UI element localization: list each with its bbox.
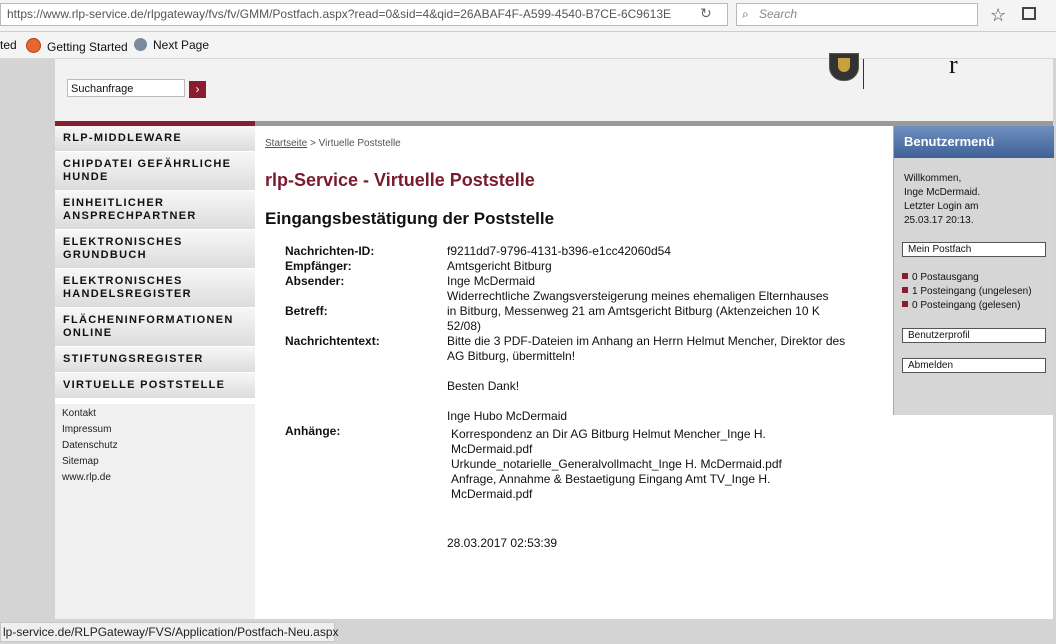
value-text-line3: Besten Dank! [447, 379, 520, 393]
breadcrumb-separator: > [307, 138, 319, 149]
site-header: Suchanfrage › r [55, 50, 1053, 122]
last-login-value: 25.03.17 20:13. [904, 215, 974, 226]
value-subject-line3: 52/08) [447, 319, 482, 333]
inbox-read-link[interactable]: 0 Posteingang (gelesen) [902, 300, 1020, 311]
site-search-input[interactable]: Suchanfrage [67, 79, 185, 97]
attachment-link[interactable]: Anfrage, Annahme & Bestaetigung Eingang … [451, 472, 811, 502]
label-message-id: Nachrichten-ID: [285, 244, 375, 258]
breadcrumb: Startseite > Virtuelle Poststelle [265, 138, 401, 149]
firefox-icon [26, 38, 41, 53]
search-icon: ⌕ [742, 7, 749, 21]
attachment-link[interactable]: Korrespondenz an Dir AG Bitburg Helmut M… [451, 427, 811, 457]
bookmark-getting-started[interactable]: Getting Started [26, 38, 128, 54]
label-attachments: Anhänge: [285, 424, 341, 438]
user-menu-title: Benutzermenü [894, 126, 1054, 158]
globe-icon [134, 38, 147, 51]
label-message-text: Nachrichtentext: [285, 334, 380, 348]
outbox-count-link[interactable]: 0 Postausgang [902, 272, 979, 283]
address-bar[interactable]: https://www.rlp-service.de/rlpgateway/fv… [0, 3, 728, 26]
site-search-button[interactable]: › [189, 81, 206, 98]
value-date: 28.03.2017 02:53:39 [447, 536, 558, 550]
browser-toolbar: https://www.rlp-service.de/rlpgateway/fv… [0, 0, 1056, 32]
user-profile-button[interactable]: Benutzerprofil [902, 328, 1046, 343]
browser-search-input[interactable]: ⌕ Search [736, 3, 978, 26]
main-navigation: RLP-MIDDLEWARE CHIPDATEI GEFÄHRLICHE HUN… [55, 126, 255, 399]
label-recipient: Empfänger: [285, 259, 352, 273]
value-subject-line2: in Bitburg, Messenweg 21 am Amtsgericht … [447, 304, 820, 318]
inbox-read-count: 0 Posteingang (gelesen) [912, 300, 1021, 311]
footer-link-datenschutz[interactable]: Datenschutz [62, 440, 118, 451]
my-mailbox-button[interactable]: Mein Postfach [902, 242, 1046, 257]
star-icon[interactable]: ☆ [990, 5, 1006, 26]
footer-link-sitemap[interactable]: Sitemap [62, 456, 99, 467]
page-container: Suchanfrage › r RLP-MIDDLEWARE CHIPDATEI… [55, 50, 1054, 619]
attachment-link[interactable]: Urkunde_notarielle_Generalvollmacht_Inge… [451, 457, 811, 472]
welcome-text: Willkommen, Inge McDermaid. Letzter Logi… [904, 172, 980, 228]
nav-item-chipdatei[interactable]: CHIPDATEI GEFÄHRLICHE HUNDE [55, 152, 255, 191]
inbox-unread-count: 1 Posteingang (ungelesen) [912, 286, 1032, 297]
value-message-id: f9211dd7-9796-4131-b396-e1cc42060d54 [447, 244, 671, 258]
bullet-square-icon [902, 273, 908, 279]
logout-button[interactable]: Abmelden [902, 358, 1046, 373]
bullet-square-icon [902, 301, 908, 307]
reload-icon[interactable]: ↻ [700, 5, 712, 22]
breadcrumb-home-link[interactable]: Startseite [265, 138, 307, 149]
page-title: rlp-Service - Virtuelle Poststelle [265, 170, 535, 190]
value-sender: Inge McDermaid [447, 274, 536, 288]
url-path: /rlpgateway/fvs/fv/GMM/Postfach.aspx?rea… [143, 7, 671, 21]
bookmark-next-page[interactable]: Next Page [134, 38, 209, 52]
logo-text: r [949, 50, 958, 79]
value-text-line4: Inge Hubo McDermaid [447, 409, 568, 423]
status-bar-url: lp-service.de/RLPGateway/FVS/Application… [0, 622, 339, 642]
page-subtitle: Eingangsbestätigung der Poststelle [265, 209, 555, 228]
nav-item-flaecheninfo[interactable]: FLÄCHENINFORMATIONEN ONLINE [55, 308, 255, 347]
nav-item-stiftungsregister[interactable]: STIFTUNGSREGISTER [55, 347, 255, 373]
footer-link-impressum[interactable]: Impressum [62, 424, 111, 435]
bookmark-label: Getting Started [47, 40, 128, 54]
welcome-user: Inge McDermaid. [904, 187, 981, 198]
bookmark-label: Next Page [153, 38, 210, 52]
label-sender: Absender: [285, 274, 345, 288]
search-placeholder: Search [759, 7, 798, 21]
value-subject-line1: Widerrechtliche Zwangsversteigerung mein… [447, 289, 829, 303]
footer-link-rlp[interactable]: www.rlp.de [62, 472, 111, 483]
bookmark-partial[interactable]: ted [0, 38, 17, 52]
bookmarks-bar: ted Getting Started Next Page [0, 32, 1056, 59]
nav-item-grundbuch[interactable]: ELEKTRONISCHES GRUNDBUCH [55, 230, 255, 269]
nav-item-handelsregister[interactable]: ELEKTRONISCHES HANDELSREGISTER [55, 269, 255, 308]
header-divider [863, 59, 864, 89]
url-domain: https://www.rlp-service.de [7, 7, 144, 21]
bookmarks-icon[interactable] [1022, 7, 1036, 20]
value-text-line1: Bitte die 3 PDF-Dateien im Anhang an Her… [447, 334, 846, 348]
welcome-line: Willkommen, [904, 173, 962, 184]
footer-link-kontakt[interactable]: Kontakt [62, 408, 96, 419]
value-recipient: Amtsgericht Bitburg [447, 259, 552, 273]
nav-item-virtuelle-poststelle[interactable]: VIRTUELLE POSTSTELLE [55, 373, 255, 399]
nav-item-ansprechpartner[interactable]: EINHEITLICHER ANSPRECHPARTNER [55, 191, 255, 230]
outbox-count: 0 Postausgang [912, 272, 979, 283]
footer-links: Kontakt Impressum Datenschutz Sitemap ww… [55, 404, 255, 619]
crest-icon [829, 53, 859, 81]
label-subject: Betreff: [285, 304, 328, 318]
breadcrumb-current: Virtuelle Poststelle [318, 138, 401, 149]
value-text-line2: AG Bitburg, übermitteln! [447, 349, 576, 363]
inbox-unread-link[interactable]: 1 Posteingang (ungelesen) [902, 286, 1032, 297]
last-login-label: Letzter Login am [904, 201, 979, 212]
nav-item-rlp-middleware[interactable]: RLP-MIDDLEWARE [55, 126, 255, 152]
bullet-square-icon [902, 287, 908, 293]
user-menu: Benutzermenü Willkommen, Inge McDermaid.… [893, 126, 1054, 415]
